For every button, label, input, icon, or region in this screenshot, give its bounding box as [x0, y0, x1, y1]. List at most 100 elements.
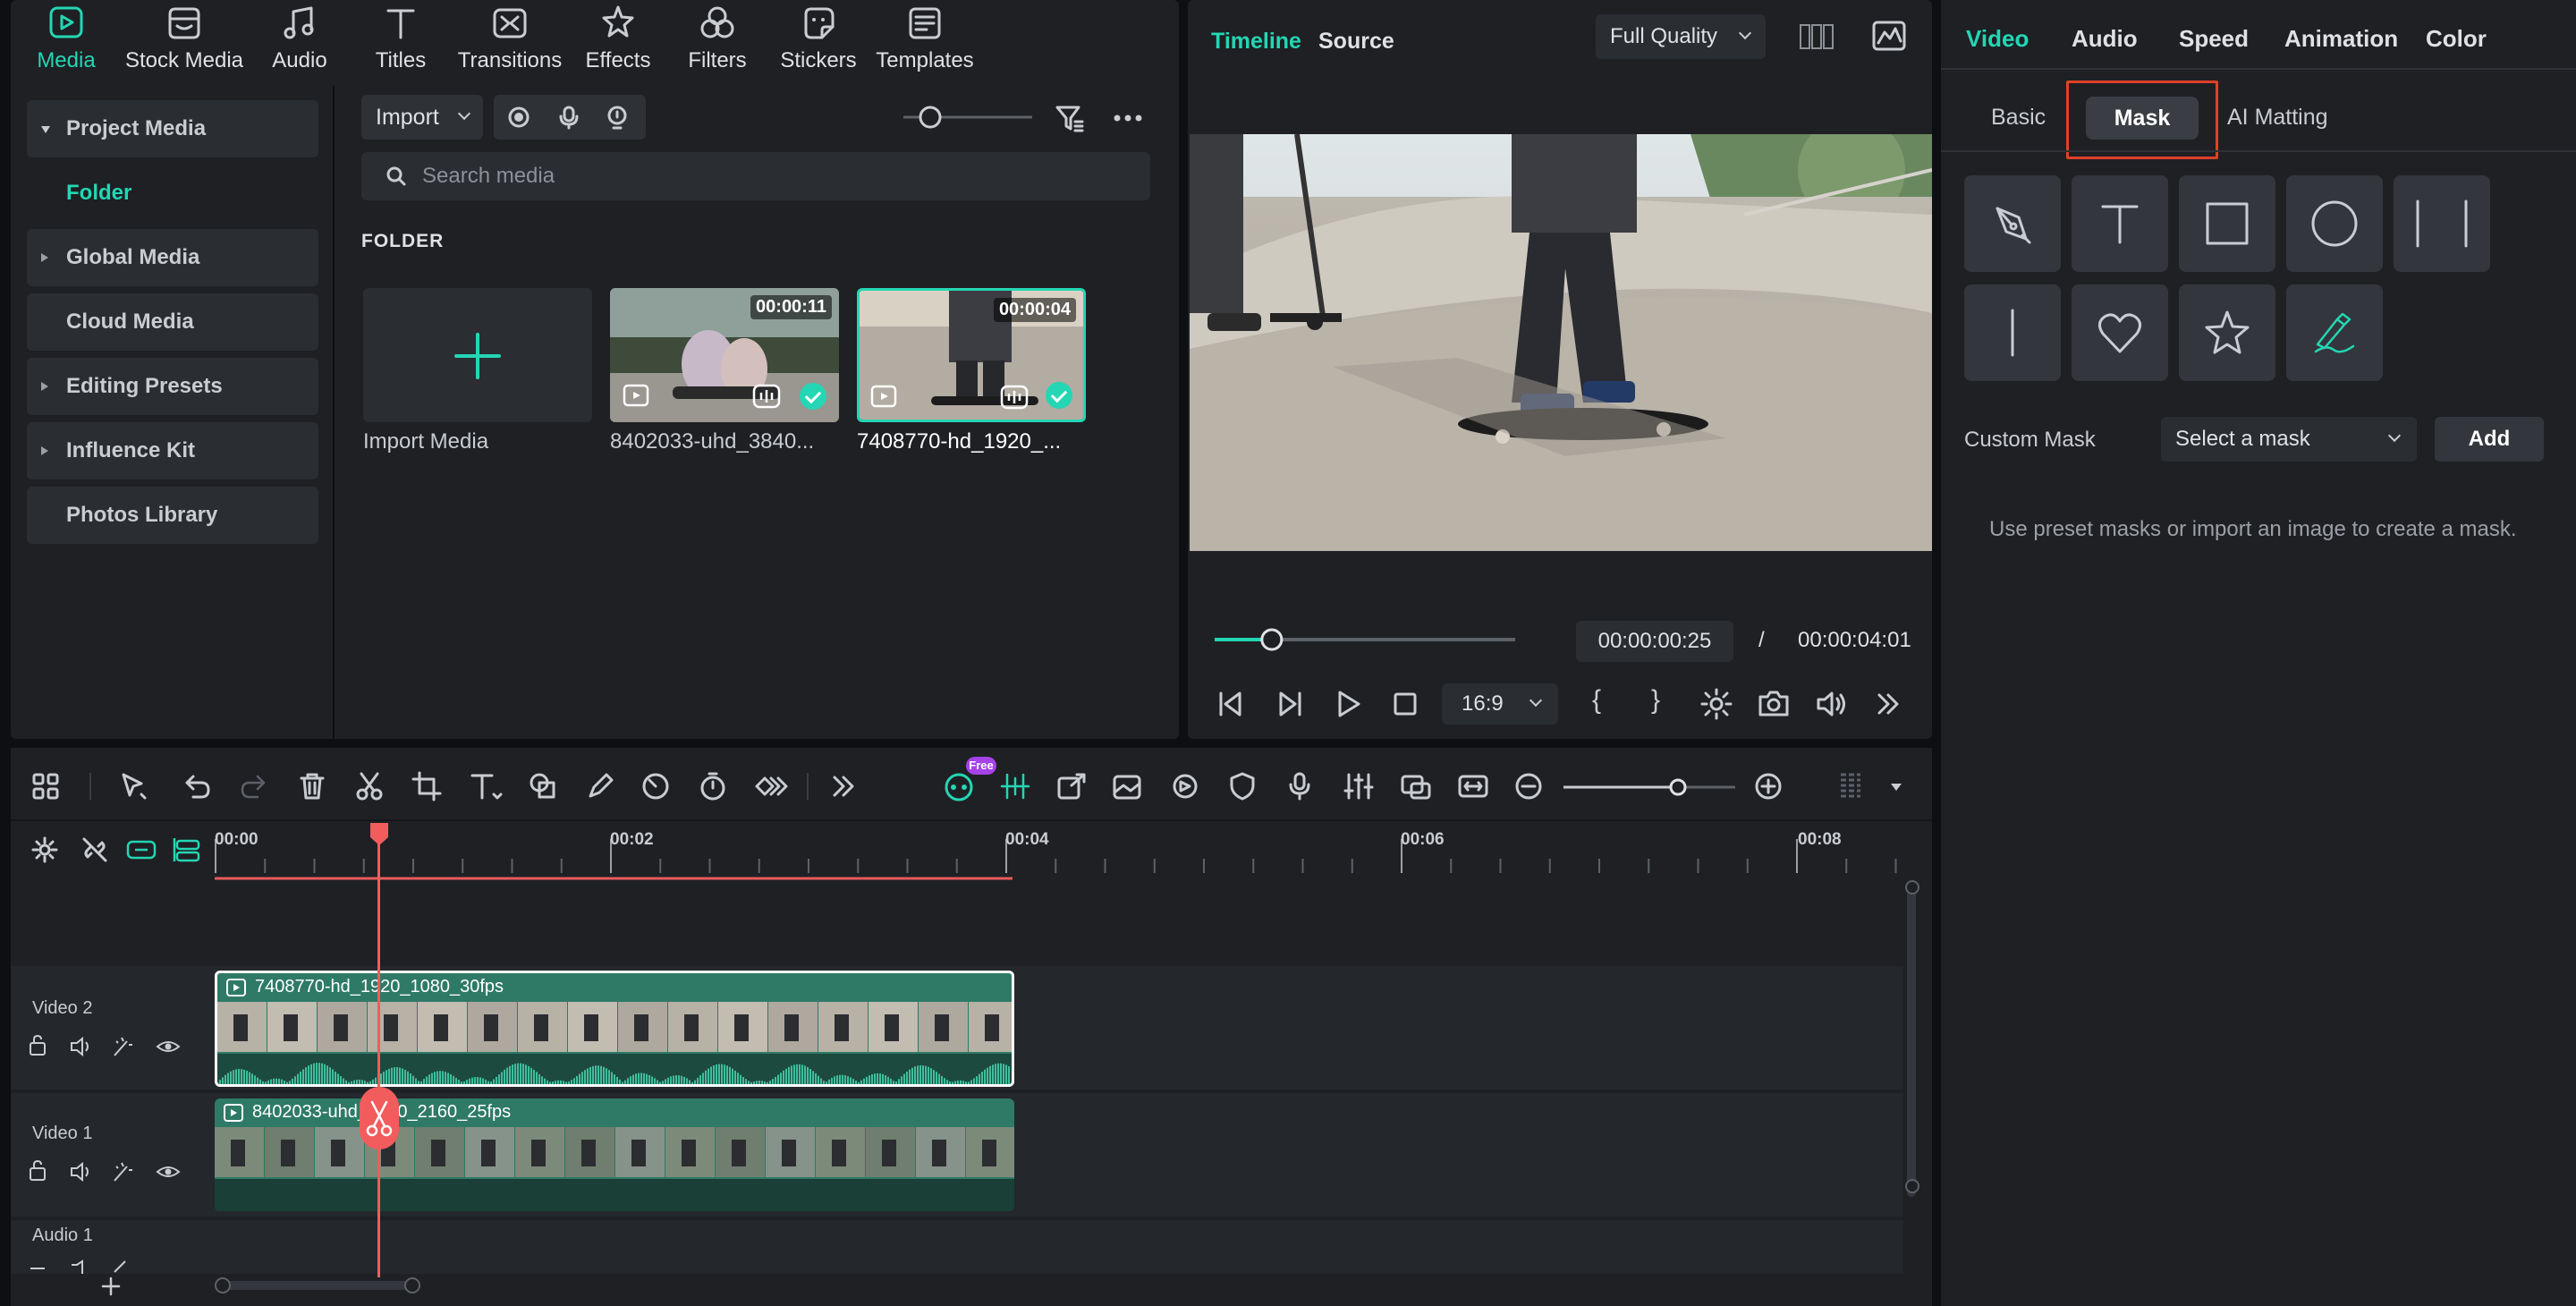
prop-tab-audio[interactable]: Audio: [2072, 25, 2138, 53]
speed-ramp-icon[interactable]: [640, 771, 674, 801]
media-thumbnail-8402033[interactable]: 00:00:11: [610, 288, 839, 422]
tree-global-media[interactable]: Global Media: [27, 229, 318, 286]
toolbar-more-dropdown[interactable]: [1891, 784, 1902, 791]
select-arrow-icon[interactable]: [118, 771, 148, 801]
effects-toggle-icon[interactable]: [114, 1162, 132, 1182]
add-mask-button[interactable]: Add: [2435, 417, 2544, 462]
mask-shape-rectangle[interactable]: [2179, 175, 2275, 272]
lock-icon[interactable]: [30, 1034, 46, 1056]
scrollbar-handle-top[interactable]: [1905, 880, 1919, 895]
export-clip-icon[interactable]: [1055, 771, 1089, 801]
search-input[interactable]: [422, 152, 1120, 200]
track-height-icon[interactable]: [1837, 771, 1864, 801]
scrollbar-handle-bottom[interactable]: [1905, 1179, 1919, 1193]
mask-shape-heart[interactable]: [2072, 284, 2168, 381]
tab-effects[interactable]: Effects: [578, 0, 658, 72]
subtab-ai-matting[interactable]: AI Matting: [2227, 105, 2328, 131]
preview-video[interactable]: [1190, 134, 1932, 551]
microphone-icon[interactable]: [556, 105, 581, 130]
volume-icon[interactable]: [1814, 687, 1848, 721]
import-button[interactable]: Import: [361, 95, 483, 140]
eye-visibility-icon[interactable]: [156, 1166, 181, 1177]
stabilize-icon[interactable]: [1168, 771, 1202, 801]
tab-stock-media[interactable]: Stock Media: [123, 0, 245, 72]
next-frame-icon[interactable]: [1275, 689, 1306, 719]
split-scissors-icon[interactable]: [354, 771, 385, 801]
crop-icon[interactable]: [411, 771, 442, 801]
tab-transitions[interactable]: Transitions: [454, 0, 565, 72]
playback-scrubber[interactable]: [1213, 626, 1517, 653]
play-icon[interactable]: [1333, 689, 1363, 719]
tab-media[interactable]: Media: [25, 0, 107, 72]
clip-video-2[interactable]: 7408770-hd_1920_1080_30fps: [215, 971, 1014, 1087]
record-voiceover-icon[interactable]: [1284, 771, 1315, 801]
tab-filters[interactable]: Filters: [676, 0, 758, 72]
tab-timeline[interactable]: Timeline: [1211, 29, 1301, 55]
mark-in-button[interactable]: {: [1592, 685, 1601, 716]
undo-icon[interactable]: [182, 771, 213, 801]
subtab-mask[interactable]: Mask: [2086, 97, 2199, 140]
mask-shape-brush[interactable]: [2286, 284, 2383, 381]
mask-shape-text[interactable]: [2072, 175, 2168, 272]
quality-dropdown[interactable]: Full Quality: [1596, 14, 1766, 59]
timeline-settings-icon[interactable]: [30, 835, 59, 864]
tab-audio[interactable]: Audio: [263, 0, 336, 72]
mask-shape-circle[interactable]: [2286, 175, 2383, 272]
link-clips-icon[interactable]: [125, 835, 157, 864]
timeline-zoom-slider[interactable]: [1562, 778, 1737, 796]
import-media-card[interactable]: [363, 288, 592, 422]
mark-out-button[interactable]: }: [1651, 685, 1660, 716]
subtab-basic[interactable]: Basic: [1991, 105, 2046, 131]
filter-icon[interactable]: [1054, 102, 1086, 134]
tab-source[interactable]: Source: [1318, 29, 1394, 55]
draw-pen-icon[interactable]: [585, 771, 619, 801]
delete-trash-icon[interactable]: [297, 771, 327, 801]
text-tool-icon[interactable]: [469, 771, 503, 801]
timeline-ruler[interactable]: [215, 823, 1912, 882]
record-screen-icon[interactable]: [506, 105, 531, 130]
tab-templates[interactable]: Templates: [873, 0, 977, 72]
scope-icon[interactable]: [1871, 20, 1907, 52]
playhead-handle[interactable]: [369, 821, 390, 846]
snapshot-camera-icon[interactable]: [1757, 687, 1791, 721]
horizontal-scrollbar[interactable]: [216, 1281, 420, 1290]
fit-timeline-icon[interactable]: [1456, 771, 1490, 801]
previous-frame-icon[interactable]: [1215, 689, 1245, 719]
lock-icon[interactable]: [30, 1159, 46, 1181]
prop-tab-color[interactable]: Color: [2426, 25, 2487, 53]
ai-copilot-icon[interactable]: [941, 771, 977, 801]
tree-folder[interactable]: Folder: [27, 165, 318, 222]
zoom-in-icon[interactable]: [1753, 771, 1784, 801]
tree-influence-kit[interactable]: Influence Kit: [27, 422, 318, 479]
tab-stickers[interactable]: Stickers: [776, 0, 860, 72]
prop-tab-speed[interactable]: Speed: [2179, 25, 2249, 53]
scrollbar-handle-right[interactable]: [404, 1277, 420, 1293]
timer-icon[interactable]: [698, 771, 728, 801]
vertical-scrollbar[interactable]: [1907, 882, 1916, 1197]
scrollbar-handle-left[interactable]: [215, 1277, 231, 1293]
shield-icon[interactable]: [1227, 771, 1258, 801]
redo-icon[interactable]: [238, 771, 268, 801]
mask-shape-pen[interactable]: [1964, 175, 2061, 272]
shape-tool-icon[interactable]: [528, 771, 562, 801]
split-scissors-marker[interactable]: [359, 1086, 400, 1150]
multicam-icon[interactable]: [1399, 771, 1433, 801]
auto-beat-icon[interactable]: [998, 771, 1032, 801]
stop-icon[interactable]: [1390, 689, 1420, 719]
tree-editing-presets[interactable]: Editing Presets: [27, 358, 318, 415]
mask-shape-star[interactable]: [2179, 284, 2275, 381]
more-options-icon[interactable]: [1113, 111, 1143, 125]
replace-image-icon[interactable]: [1111, 771, 1145, 801]
mute-speaker-icon[interactable]: [71, 1036, 89, 1057]
tree-project-media[interactable]: Project Media: [27, 100, 318, 157]
audio-mixer-icon[interactable]: [1342, 771, 1376, 801]
prop-tab-animation[interactable]: Animation: [2284, 25, 2398, 53]
voiceover-icon[interactable]: [605, 105, 630, 130]
thumbnail-size-slider[interactable]: [903, 104, 1032, 131]
prop-tab-video[interactable]: Video: [1966, 25, 2029, 53]
mask-shape-double-line[interactable]: [2394, 175, 2490, 272]
tree-cloud-media[interactable]: Cloud Media: [27, 293, 318, 351]
effects-toggle-icon[interactable]: [114, 1037, 132, 1056]
eye-visibility-icon[interactable]: [156, 1041, 181, 1052]
clip-video-1[interactable]: 8402033-uhd_3840_2160_25fps: [215, 1098, 1014, 1211]
